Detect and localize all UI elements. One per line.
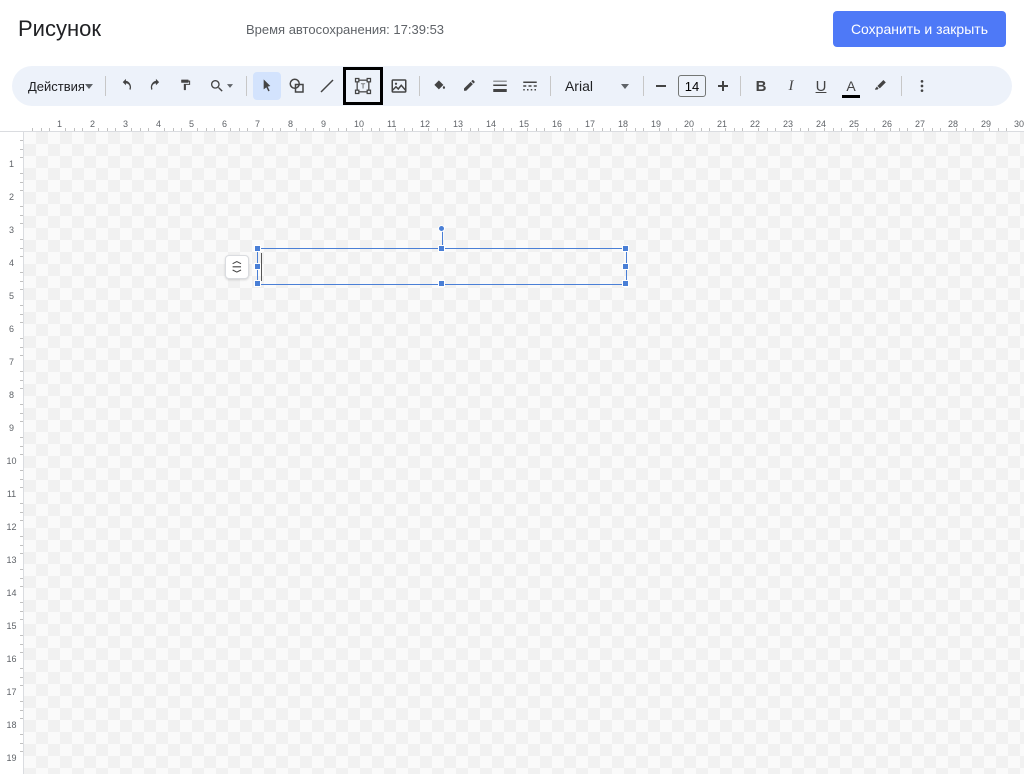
highlighter-icon	[872, 77, 890, 95]
paint-roller-icon	[177, 77, 195, 95]
drawing-canvas[interactable]	[24, 132, 1024, 774]
border-weight-button[interactable]	[486, 72, 514, 100]
undo-button[interactable]	[112, 72, 140, 100]
separator	[740, 76, 741, 96]
separator	[550, 76, 551, 96]
text-box-icon: T	[353, 76, 373, 96]
header: Рисунок Время автосохранения: 17:39:53 С…	[0, 0, 1024, 58]
vertical-ruler: 12345678910111213141516171819	[0, 132, 24, 774]
rotation-handle[interactable]	[438, 225, 445, 232]
decrease-font-button[interactable]	[650, 72, 672, 100]
text-wrap-icon	[230, 260, 244, 274]
shape-tool[interactable]	[283, 72, 311, 100]
underline-button[interactable]: U	[807, 72, 835, 100]
dropdown-icon	[227, 84, 233, 88]
separator	[643, 76, 644, 96]
svg-text:T: T	[361, 82, 366, 91]
font-family-select[interactable]: Arial	[557, 74, 637, 98]
separator	[246, 76, 247, 96]
redo-icon	[147, 77, 165, 95]
fill-color-button[interactable]	[426, 72, 454, 100]
autosave-label: Время автосохранения:	[246, 22, 390, 37]
resize-handle-sw[interactable]	[254, 280, 261, 287]
zoom-button[interactable]	[202, 72, 240, 100]
redo-button[interactable]	[142, 72, 170, 100]
shape-icon	[288, 77, 306, 95]
select-tool[interactable]	[253, 72, 281, 100]
autosave-time: 17:39:53	[393, 22, 444, 37]
resize-handle-s[interactable]	[438, 280, 445, 287]
highlight-color-button[interactable]	[867, 72, 895, 100]
separator	[105, 76, 106, 96]
italic-button[interactable]: I	[777, 72, 805, 100]
horizontal-ruler: 1234567891011121314151617181920212223242…	[0, 114, 1024, 132]
resize-handle-nw[interactable]	[254, 245, 261, 252]
actions-menu[interactable]: Действия	[22, 75, 99, 98]
separator	[419, 76, 420, 96]
toolbar: Действия T Arial	[12, 66, 1012, 106]
resize-handle-n[interactable]	[438, 245, 445, 252]
resize-handle-ne[interactable]	[622, 245, 629, 252]
app-title: Рисунок	[18, 16, 101, 42]
resize-handle-se[interactable]	[622, 280, 629, 287]
line-icon	[318, 77, 336, 95]
font-size-input[interactable]: 14	[678, 75, 706, 97]
text-box-tool[interactable]: T	[343, 67, 383, 105]
autosave-status: Время автосохранения: 17:39:53	[246, 22, 444, 37]
resize-handle-w[interactable]	[254, 263, 261, 270]
selected-text-box[interactable]	[257, 248, 627, 285]
image-tool[interactable]	[385, 72, 413, 100]
line-dash-icon	[521, 77, 539, 95]
border-color-button[interactable]	[456, 72, 484, 100]
text-color-button[interactable]: A	[837, 72, 865, 100]
text-wrap-control[interactable]	[225, 255, 249, 279]
minus-icon	[655, 80, 667, 92]
zoom-icon	[209, 78, 225, 94]
more-options-button[interactable]	[908, 72, 936, 100]
dropdown-icon	[621, 84, 629, 89]
resize-handle-e[interactable]	[622, 263, 629, 270]
line-tool[interactable]	[313, 72, 341, 100]
fill-icon	[431, 77, 449, 95]
plus-icon	[717, 80, 729, 92]
font-size-group: 14	[650, 72, 734, 100]
more-vert-icon	[914, 78, 930, 94]
cursor-icon	[259, 78, 275, 94]
text-cursor	[261, 253, 262, 281]
separator	[901, 76, 902, 96]
undo-icon	[117, 77, 135, 95]
border-dash-button[interactable]	[516, 72, 544, 100]
line-weight-icon	[491, 77, 509, 95]
save-and-close-button[interactable]: Сохранить и закрыть	[833, 11, 1006, 47]
image-icon	[390, 77, 408, 95]
pen-icon	[461, 77, 479, 95]
paint-format-button[interactable]	[172, 72, 200, 100]
bold-button[interactable]: B	[747, 72, 775, 100]
dropdown-icon	[85, 84, 93, 89]
increase-font-button[interactable]	[712, 72, 734, 100]
